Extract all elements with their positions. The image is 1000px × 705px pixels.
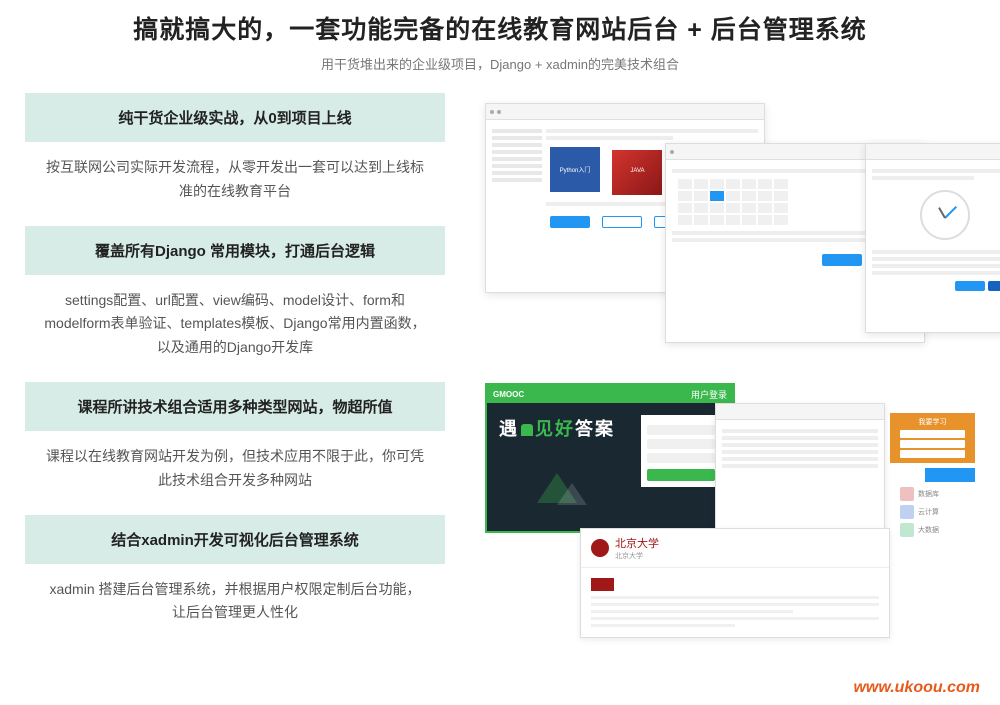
feature-title: 结合xadmin开发可视化后台管理系统 [25, 515, 445, 564]
course-card-python: Python入门 [550, 147, 600, 192]
watermark: www.ukoou.com [853, 679, 980, 697]
save-button [955, 281, 985, 291]
feature-title: 覆盖所有Django 常用模块，打通后台逻辑 [25, 226, 445, 275]
login-form [641, 415, 721, 487]
feature-section: 覆盖所有Django 常用模块，打通后台逻辑 settings配置、url配置、… [25, 226, 445, 374]
course-card-java: JAVA [612, 150, 662, 195]
geometric-art [527, 463, 597, 523]
feature-desc: 课程以在线教育网站开发为例，但技术应用不限于此，你可凭此技术组合开发多种网站 [25, 431, 445, 507]
active-tab [591, 578, 614, 591]
study-box: 我要学习 [890, 413, 975, 463]
secondary-button [602, 216, 642, 228]
action-button [822, 254, 862, 266]
university-logo [591, 539, 609, 557]
study-title: 我要学习 [894, 417, 971, 427]
form-input [900, 440, 965, 448]
category-list: 数据库 云计算 大数据 [900, 483, 975, 541]
screenshots-area: Python入门 JAVA [485, 93, 975, 647]
primary-button [550, 216, 590, 228]
page-title: 搞就搞大的，一套功能完备的在线教育网站后台 + 后台管理系统 [20, 10, 980, 46]
university-name: 北京大学 [615, 535, 659, 551]
page-subtitle: 用干货堆出来的企业级项目，Django + xadmin的完美技术组合 [20, 54, 980, 73]
form-input [900, 450, 965, 458]
android-icon [521, 424, 533, 436]
site-logo: GMOOC [493, 390, 524, 399]
login-page-screenshot: GMOOC 用户登录 遇见好答案 [485, 383, 735, 533]
feature-desc: 按互联网公司实际开发流程，从零开发出一套可以达到上线标准的在线教育平台 [25, 142, 445, 218]
login-button [647, 469, 715, 481]
feature-title: 纯干货企业级实战，从0到项目上线 [25, 93, 445, 142]
submit-button [988, 281, 1000, 291]
list-item: 数据库 [900, 487, 975, 501]
login-title: 用户登录 [691, 388, 727, 401]
clock-widget [920, 190, 970, 240]
slogan-text: 遇见好答案 [499, 415, 631, 441]
university-subtitle: 北京大学 [615, 551, 659, 561]
admin-screenshot-3 [865, 143, 1000, 333]
form-input [900, 430, 965, 438]
captcha-input [647, 453, 715, 463]
password-input [647, 439, 715, 449]
calendar-widget [678, 179, 788, 225]
blue-tab [925, 468, 975, 482]
feature-section: 课程所讲技术组合适用多种类型网站，物超所值 课程以在线教育网站开发为例，但技术应… [25, 382, 445, 507]
list-item: 云计算 [900, 505, 975, 519]
feature-list: 纯干货企业级实战，从0到项目上线 按互联网公司实际开发流程，从零开发出一套可以达… [25, 93, 445, 647]
list-item: 大数据 [900, 523, 975, 537]
feature-section: 结合xadmin开发可视化后台管理系统 xadmin 搭建后台管理系统，并根据用… [25, 515, 445, 640]
university-card: 北京大学 北京大学 [580, 528, 890, 638]
feature-section: 纯干货企业级实战，从0到项目上线 按互联网公司实际开发流程，从零开发出一套可以达… [25, 93, 445, 218]
feature-title: 课程所讲技术组合适用多种类型网站，物超所值 [25, 382, 445, 431]
feature-desc: xadmin 搭建后台管理系统，并根据用户权限定制后台功能，让后台管理更人性化 [25, 564, 445, 640]
username-input [647, 425, 715, 435]
feature-desc: settings配置、url配置、view编码、model设计、form和 mo… [25, 275, 445, 374]
